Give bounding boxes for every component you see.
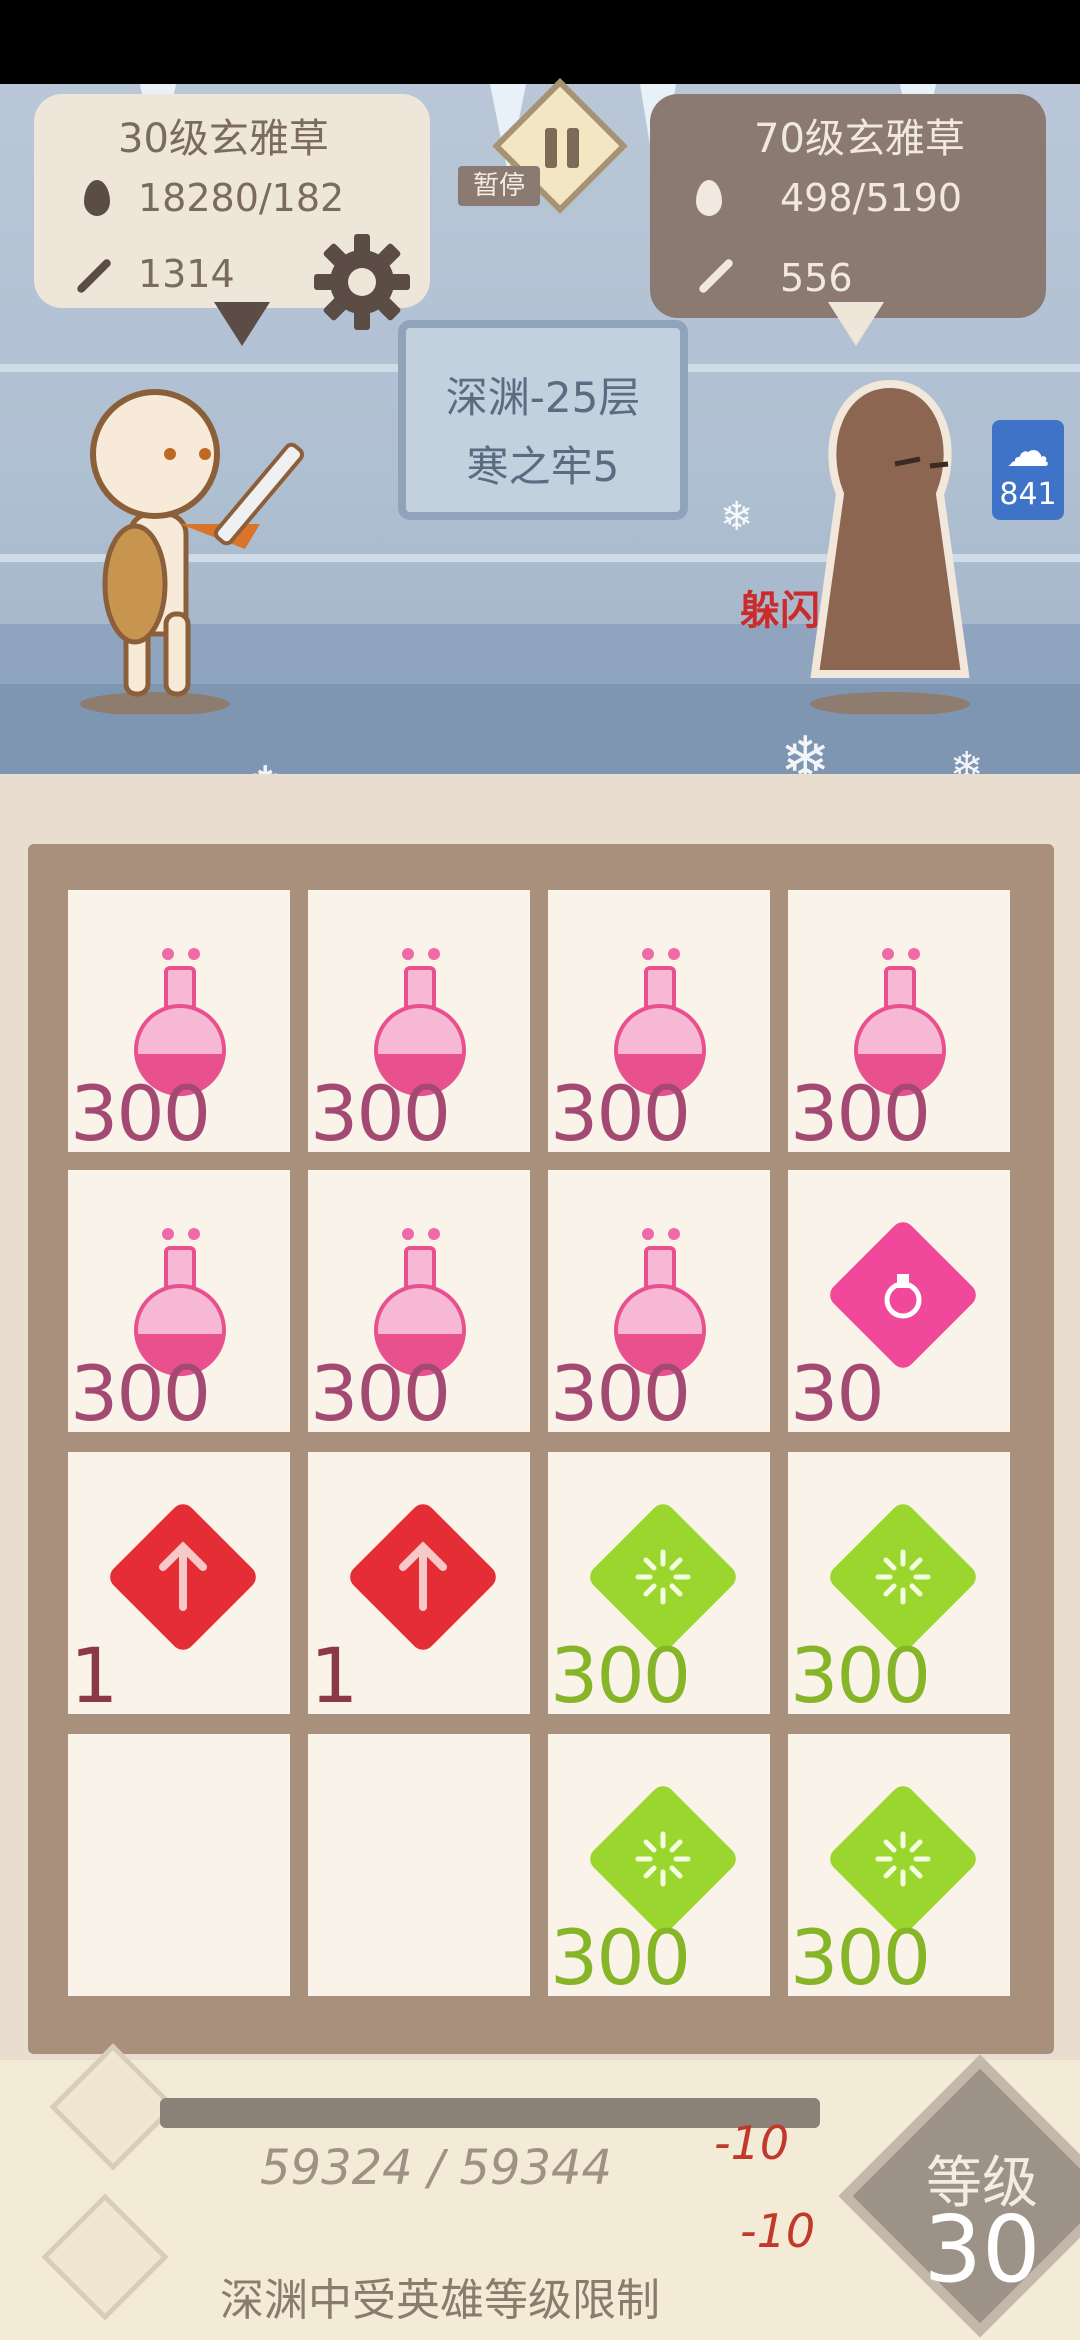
- slot-quantity: 300: [550, 1631, 691, 1714]
- inventory-slot[interactable]: 300: [68, 1170, 290, 1432]
- snowflake-icon: ❄: [720, 494, 754, 540]
- slot-quantity: 1: [310, 1631, 358, 1714]
- enemy-buff-badge: ☁ 841: [992, 420, 1064, 520]
- slot-quantity: 1: [70, 1631, 118, 1714]
- slot-quantity: 300: [70, 1349, 211, 1432]
- hero-character: [80, 389, 305, 714]
- experience-text: 59324 / 59344: [260, 2140, 613, 2196]
- snowflake-icon: ❄: [780, 724, 831, 774]
- slot-quantity: 300: [790, 1631, 931, 1714]
- player-title: 30级玄雅草: [118, 116, 329, 162]
- inventory-slot[interactable]: [308, 1734, 530, 1996]
- pause-label[interactable]: 暂停: [458, 166, 540, 206]
- inventory-slot[interactable]: 300: [548, 890, 770, 1152]
- enemy-title: 70级玄雅草: [754, 116, 965, 162]
- inventory-slot[interactable]: 300: [548, 1452, 770, 1714]
- slot-quantity: 300: [790, 1913, 931, 1996]
- player-attack: 1314: [138, 252, 235, 296]
- damage-popup: -10: [740, 2204, 816, 2258]
- enemy-character: [810, 379, 970, 714]
- enemy-attack: 556: [780, 256, 853, 300]
- red-arrow-gem-icon: [350, 1504, 496, 1650]
- snowflake-icon: ❄: [950, 744, 984, 774]
- red-arrow-gem-icon: [110, 1504, 256, 1650]
- inventory-slot[interactable]: 1: [308, 1452, 530, 1714]
- level-value: 30: [923, 2196, 1041, 2303]
- stage-sign: 深渊-25层 寒之牢5: [398, 320, 688, 520]
- enemy-pointer-icon: [828, 302, 884, 346]
- player-hp: 18280/182: [138, 176, 345, 220]
- damage-popup: -10: [714, 2116, 790, 2170]
- slot-quantity: 300: [70, 1069, 211, 1152]
- slot-quantity: 300: [790, 1069, 931, 1152]
- inventory-slot[interactable]: 300: [788, 1452, 1010, 1714]
- slot-quantity: 300: [550, 1349, 691, 1432]
- inventory-slot[interactable]: 300: [788, 1734, 1010, 1996]
- slot-quantity: 30: [790, 1349, 885, 1432]
- inventory-slot[interactable]: 30: [788, 1170, 1010, 1432]
- slot-quantity: 300: [310, 1349, 451, 1432]
- stage-room: 寒之牢5: [466, 442, 620, 491]
- inventory-slot[interactable]: [68, 1734, 290, 1996]
- inventory-slot[interactable]: 300: [308, 890, 530, 1152]
- stage-floor: 深渊-25层: [445, 373, 641, 422]
- settings-gear-icon[interactable]: [312, 232, 412, 332]
- snowflake-icon: ❄: [240, 754, 290, 774]
- inventory-slot[interactable]: 300: [788, 890, 1010, 1152]
- inventory-slot[interactable]: 300: [68, 890, 290, 1152]
- hp-drop-icon: [84, 180, 110, 216]
- dodge-text: 躲闪: [740, 588, 820, 634]
- inventory-slot[interactable]: 300: [548, 1170, 770, 1432]
- inventory-slot[interactable]: 300: [548, 1734, 770, 1996]
- enemy-buff-count: 841: [999, 477, 1057, 512]
- cloud-icon: ☁: [1006, 426, 1050, 477]
- enemy-hp: 498/5190: [780, 176, 963, 220]
- inventory-slot[interactable]: 300: [308, 1170, 530, 1432]
- slot-quantity: 300: [550, 1069, 691, 1152]
- slot-quantity: 300: [550, 1913, 691, 1996]
- slot-quantity: 300: [310, 1069, 451, 1152]
- inventory-slot[interactable]: 1: [68, 1452, 290, 1714]
- pause-icon[interactable]: [540, 128, 584, 172]
- hp-drop-icon: [696, 180, 722, 216]
- level-limit-notice: 深渊中受英雄等级限制: [220, 2275, 660, 2326]
- player-pointer-icon: [214, 302, 270, 346]
